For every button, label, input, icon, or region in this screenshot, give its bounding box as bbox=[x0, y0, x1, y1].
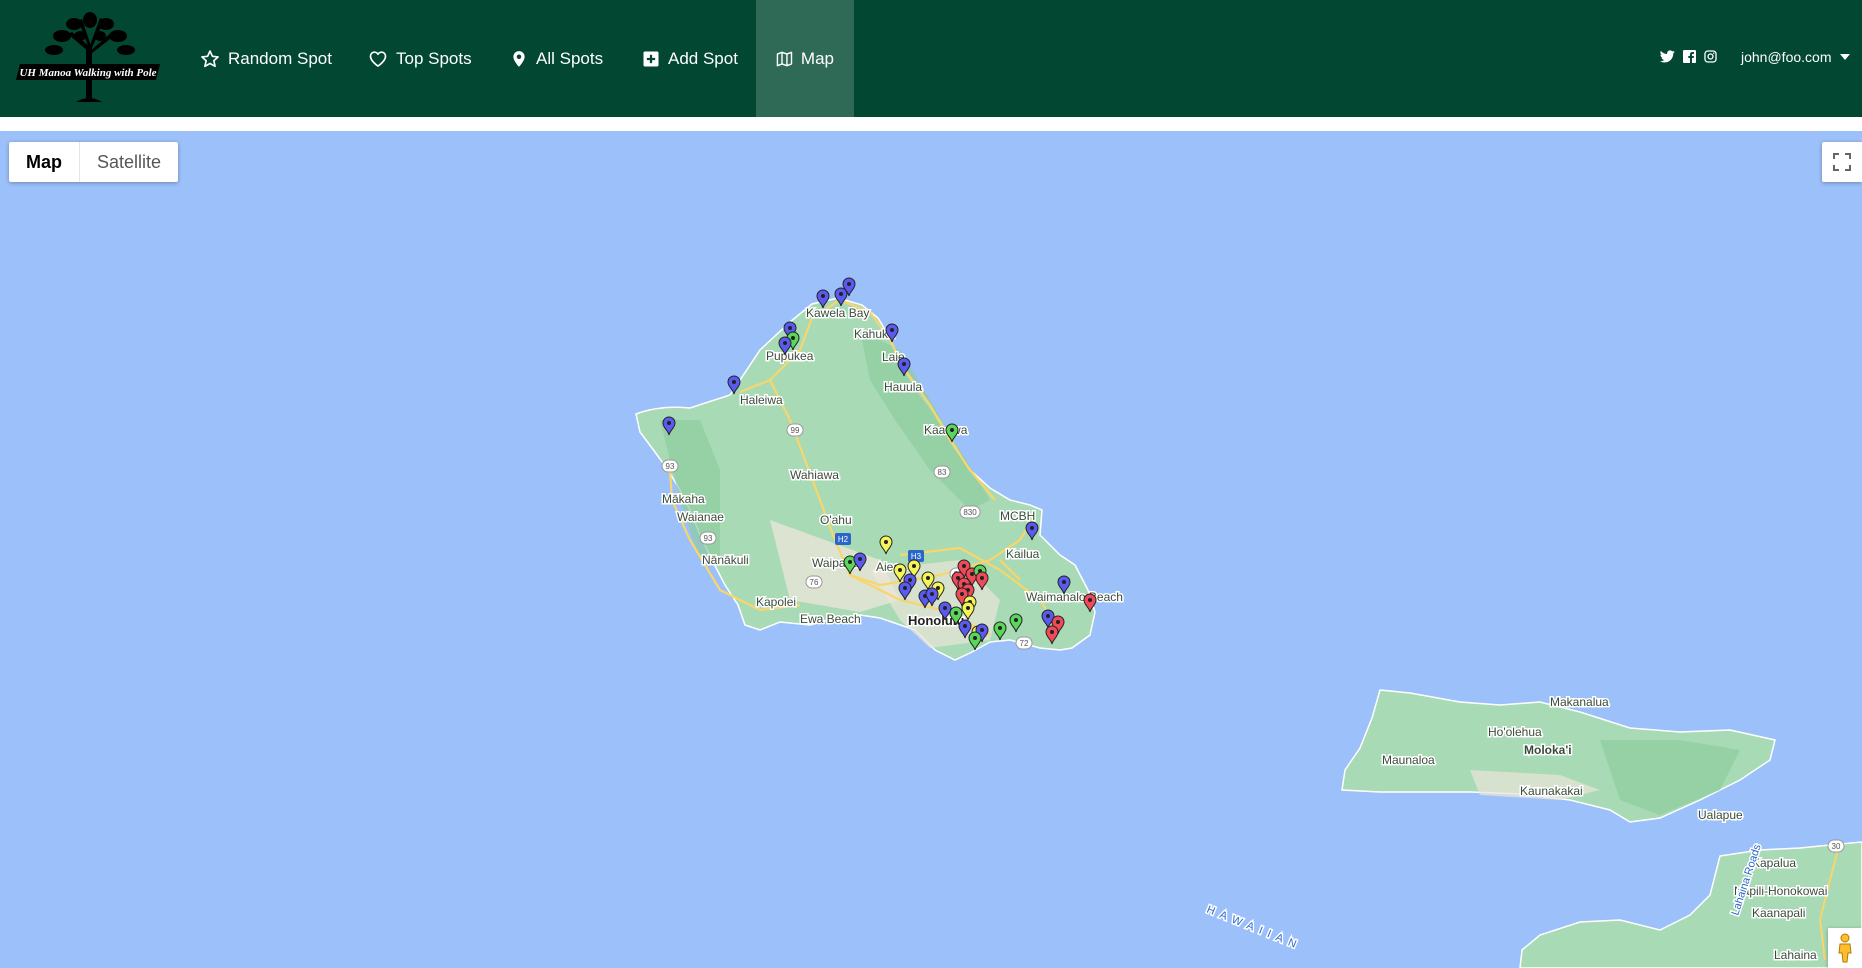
label-wahiawa: Wahiawa bbox=[790, 468, 839, 482]
label-hauula: Hauula bbox=[884, 380, 922, 394]
plus-square-icon bbox=[643, 51, 659, 66]
label-kaanapali: Kaanapali bbox=[1752, 906, 1805, 920]
shield-h2: H2 bbox=[838, 535, 849, 544]
map-canvas[interactable]: Kawela Bay Kahuku Pupukea Laie Hauula Ha… bbox=[0, 131, 1862, 968]
label-ewa-beach: Ewa Beach bbox=[800, 612, 861, 626]
shield-93-north: 93 bbox=[666, 462, 675, 471]
caret-down-icon bbox=[1840, 54, 1851, 60]
fullscreen-button[interactable] bbox=[1822, 142, 1862, 182]
label-molokai: Moloka'i bbox=[1524, 743, 1572, 757]
label-mcbh: MCBH bbox=[1000, 509, 1035, 523]
navbar: UH Manoa Walking with Pole Random Spot T… bbox=[0, 0, 1862, 117]
label-ualapue: Ualapue bbox=[1698, 808, 1743, 822]
label-lahaina: Lahaina bbox=[1774, 948, 1817, 962]
fullscreen-icon bbox=[1833, 153, 1851, 171]
user-menu-dropdown[interactable]: john@foo.com bbox=[1741, 49, 1851, 65]
nav-top-spots[interactable]: Top Spots bbox=[348, 0, 492, 117]
social-links bbox=[1660, 50, 1717, 63]
shield-76: 76 bbox=[810, 578, 819, 587]
logo-text: UH Manoa Walking with Pole bbox=[19, 67, 156, 79]
google-map[interactable]: Kawela Bay Kahuku Pupukea Laie Hauula Ha… bbox=[0, 131, 1862, 968]
navbar-spacer bbox=[0, 117, 1862, 131]
brand-logo[interactable]: UH Manoa Walking with Pole bbox=[16, 12, 164, 104]
shield-72: 72 bbox=[1020, 639, 1029, 648]
user-email: john@foo.com bbox=[1741, 49, 1832, 65]
shield-h3: H3 bbox=[911, 552, 922, 561]
nav-all-spots[interactable]: All Spots bbox=[490, 0, 623, 117]
nav-all-spots-label: All Spots bbox=[536, 48, 604, 68]
nav-random-spot-label: Random Spot bbox=[228, 48, 332, 68]
label-waianae: Waianae bbox=[677, 510, 724, 524]
label-kawela-bay: Kawela Bay bbox=[806, 306, 869, 320]
label-maunaloa: Maunaloa bbox=[1382, 753, 1435, 767]
shield-99: 99 bbox=[791, 426, 800, 435]
nav-map-label: Map bbox=[800, 48, 834, 68]
shield-30: 30 bbox=[1832, 842, 1841, 851]
nav-random-spot[interactable]: Random Spot bbox=[180, 0, 352, 117]
label-pupukea: Pupukea bbox=[766, 349, 814, 363]
label-waimanalo-beach: Waimanalo Beach bbox=[1026, 590, 1123, 604]
label-kapolei: Kapolei bbox=[756, 595, 796, 609]
label-hawaiian: HAWAIIAN bbox=[1205, 904, 1304, 953]
star-icon bbox=[201, 49, 219, 67]
label-kailua: Kailua bbox=[1006, 547, 1040, 561]
map-type-map-button[interactable]: Map bbox=[9, 142, 80, 182]
facebook-icon[interactable] bbox=[1683, 50, 1696, 63]
pegman-icon bbox=[1838, 933, 1852, 963]
heart-icon bbox=[369, 50, 387, 67]
instagram-icon[interactable] bbox=[1704, 50, 1717, 63]
label-hoolehua: Ho'olehua bbox=[1488, 725, 1542, 739]
nav-add-spot[interactable]: Add Spot bbox=[622, 0, 758, 117]
nav-add-spot-label: Add Spot bbox=[668, 48, 738, 68]
shield-93-south: 93 bbox=[704, 534, 713, 543]
map-type-control: Map Satellite bbox=[9, 142, 179, 182]
label-makaha: Mākaha bbox=[662, 492, 705, 506]
street-view-pegman[interactable] bbox=[1828, 928, 1862, 968]
map-marker-icon bbox=[513, 50, 525, 67]
twitter-icon[interactable] bbox=[1660, 50, 1675, 63]
label-haleiwa: Haleiwa bbox=[740, 393, 783, 407]
label-nanakuli: Nānākuli bbox=[702, 553, 749, 567]
label-makanalua: Makanalua bbox=[1550, 695, 1609, 709]
map-type-satellite-button[interactable]: Satellite bbox=[80, 142, 178, 182]
label-oahu: O'ahu bbox=[820, 513, 852, 527]
shield-83: 83 bbox=[938, 468, 947, 477]
label-kaunakakai: Kaunakakai bbox=[1520, 784, 1583, 798]
nav-top-spots-label: Top Spots bbox=[396, 48, 472, 68]
map-icon bbox=[776, 51, 793, 66]
nav-map[interactable]: Map bbox=[756, 0, 854, 117]
shield-830: 830 bbox=[963, 508, 977, 517]
